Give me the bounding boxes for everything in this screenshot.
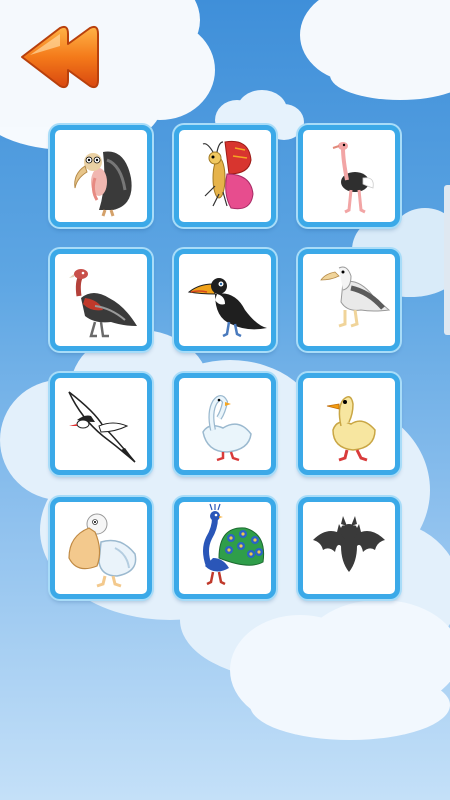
pelican-icon: [68, 513, 137, 588]
bird-grid: [50, 125, 402, 599]
tile-swan[interactable]: [174, 373, 276, 475]
toucan-icon: [187, 278, 267, 338]
butterfly-icon: [202, 140, 254, 210]
tile-seagull[interactable]: [50, 373, 152, 475]
tile-duck[interactable]: [298, 373, 400, 475]
tile-toucan[interactable]: [174, 249, 276, 351]
tile-peacock[interactable]: [174, 497, 276, 599]
tile-bat-locked[interactable]: [298, 497, 400, 599]
cloud-top-right: [300, 0, 450, 100]
peacock-icon: [203, 503, 265, 586]
tile-butterfly[interactable]: [174, 125, 276, 227]
tile-albatross[interactable]: [298, 249, 400, 351]
scroll-edge: [444, 185, 450, 335]
tile-pelican[interactable]: [50, 497, 152, 599]
tile-ostrich[interactable]: [298, 125, 400, 227]
back-button[interactable]: [18, 22, 100, 92]
double-chevron-left-icon: [21, 25, 99, 89]
ostrich-icon: [332, 142, 374, 214]
swan-icon: [202, 395, 252, 462]
condor-icon: [69, 269, 137, 338]
bird-selection-screen: [0, 0, 450, 800]
seagull-icon: [68, 391, 136, 463]
tile-condor[interactable]: [50, 249, 152, 351]
albatross-icon: [320, 266, 391, 328]
cloud-bottom-right: [230, 600, 450, 740]
duck-icon: [326, 396, 376, 462]
tile-vulture[interactable]: [50, 125, 152, 227]
bat-silhouette-icon: [313, 516, 385, 572]
vulture-icon: [74, 151, 132, 217]
